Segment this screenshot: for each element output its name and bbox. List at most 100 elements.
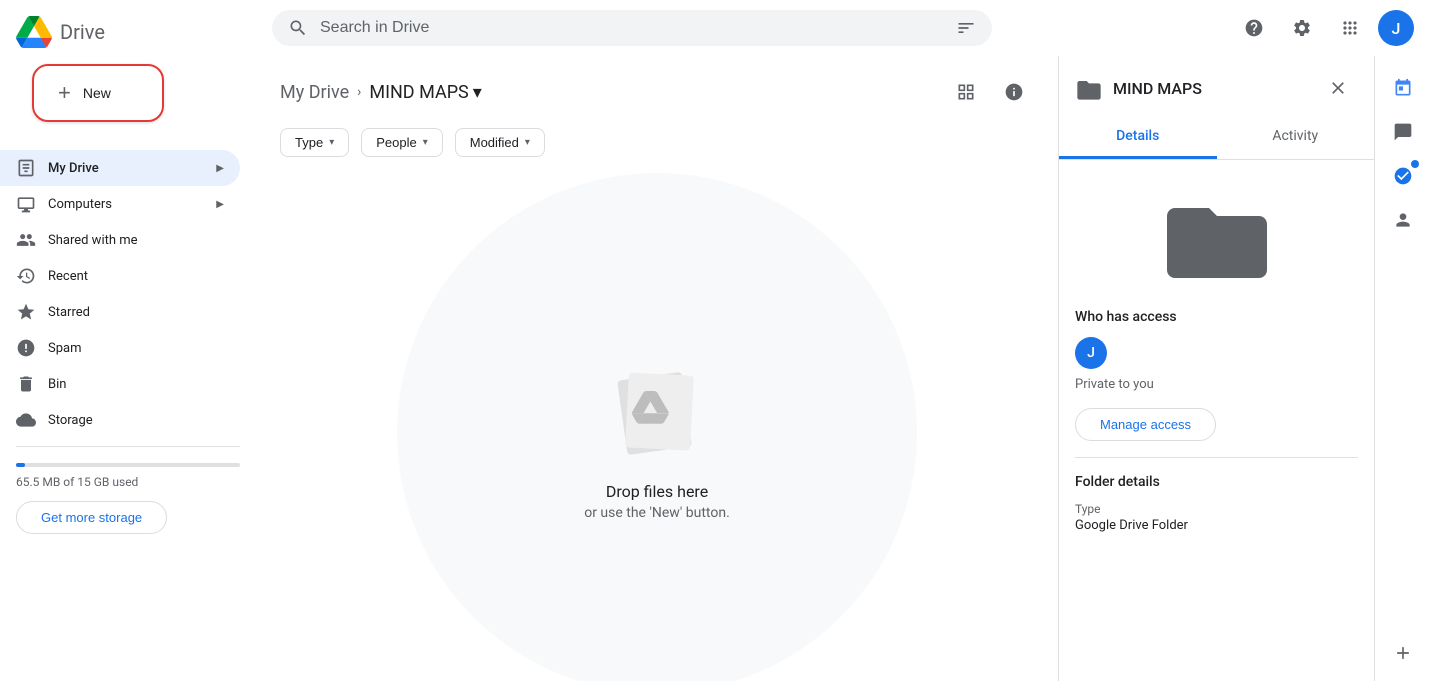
sidebar-item-my-drive-label: My Drive xyxy=(48,161,99,176)
folder-preview xyxy=(1075,176,1358,301)
new-button[interactable]: + New xyxy=(32,64,164,122)
get-more-storage-button[interactable]: Get more storage xyxy=(16,501,167,534)
topbar-icons: J xyxy=(1234,8,1414,48)
drop-zone: Drop files here or use the 'New' button. xyxy=(272,173,1042,681)
my-drive-chevron: ▶ xyxy=(216,163,224,174)
search-bar[interactable] xyxy=(272,10,992,46)
drop-zone-subtitle: or use the 'New' button. xyxy=(584,505,730,521)
grid-icon xyxy=(956,82,976,102)
storage-bar-fill xyxy=(16,463,25,467)
strip-calendar-icon[interactable] xyxy=(1383,68,1423,108)
panel-folder-icon xyxy=(1075,76,1103,100)
topbar: J xyxy=(256,0,1430,56)
filter-modified[interactable]: Modified ▾ xyxy=(455,128,545,157)
computers-icon xyxy=(16,194,36,214)
strip-add-icon[interactable] xyxy=(1383,633,1423,673)
clock-icon xyxy=(16,266,36,286)
filter-modified-label: Modified xyxy=(470,135,519,150)
help-button[interactable] xyxy=(1234,8,1274,48)
info-button[interactable] xyxy=(994,72,1034,112)
sidebar-item-my-drive[interactable]: My Drive ▶ xyxy=(0,150,240,186)
sidebar-item-computers-label: Computers xyxy=(48,197,112,212)
access-private-label: Private to you xyxy=(1075,377,1358,392)
strip-chat-icon[interactable] xyxy=(1383,112,1423,152)
filter-bar: Type ▾ People ▾ Modified ▾ xyxy=(272,124,1042,173)
drop-zone-title: Drop files here xyxy=(606,482,708,501)
calendar-icon xyxy=(1393,78,1413,98)
folder-details-title: Folder details xyxy=(1075,474,1358,490)
manage-access-button[interactable]: Manage access xyxy=(1075,408,1216,441)
sidebar-item-shared-label: Shared with me xyxy=(48,233,138,248)
panel-tabs: Details Activity xyxy=(1059,116,1374,160)
access-avatar: J xyxy=(1075,337,1107,369)
filter-people[interactable]: People ▾ xyxy=(361,128,443,157)
sidebar-item-recent[interactable]: Recent xyxy=(0,258,240,294)
my-drive-icon xyxy=(16,158,36,178)
sidebar-divider xyxy=(16,446,240,447)
plus-icon: + xyxy=(58,82,71,104)
folder-preview-icon xyxy=(1167,200,1267,285)
search-filter-icon[interactable] xyxy=(956,18,976,38)
storage-text: 65.5 MB of 15 GB used xyxy=(16,475,240,489)
panel-header-left: MIND MAPS xyxy=(1075,76,1202,100)
breadcrumb-actions xyxy=(946,72,1034,112)
grid-view-button[interactable] xyxy=(946,72,986,112)
sidebar: Drive + New My Drive ▶ Computers ▶ xyxy=(0,0,256,681)
breadcrumb-current[interactable]: MIND MAPS ▾ xyxy=(369,82,481,103)
main-area: J My Drive › MIND MAPS ▾ xyxy=(256,0,1430,681)
drive-logo-text: Drive xyxy=(60,20,105,44)
new-button-label: New xyxy=(83,85,111,101)
google-apps-icon xyxy=(1340,18,1360,38)
avatar[interactable]: J xyxy=(1378,10,1414,46)
panel-divider xyxy=(1075,457,1358,458)
detail-type: Type Google Drive Folder xyxy=(1075,502,1358,533)
access-user: J xyxy=(1075,337,1358,369)
close-icon xyxy=(1328,78,1348,98)
breadcrumb-my-drive[interactable]: My Drive xyxy=(280,82,349,103)
storage-bar-background xyxy=(16,463,240,467)
right-panel: MIND MAPS Details Activity xyxy=(1058,56,1374,681)
panel-body: Who has access J Private to you Manage a… xyxy=(1059,160,1374,557)
search-input[interactable] xyxy=(320,19,944,37)
chat-icon xyxy=(1393,122,1413,142)
panel-close-button[interactable] xyxy=(1318,68,1358,108)
settings-button[interactable] xyxy=(1282,8,1322,48)
apps-button[interactable] xyxy=(1330,8,1370,48)
sidebar-item-starred[interactable]: Starred xyxy=(0,294,240,330)
tab-activity[interactable]: Activity xyxy=(1217,116,1375,159)
tasks-icon xyxy=(1393,166,1413,186)
tasks-badge xyxy=(1411,160,1419,168)
filter-type-chevron: ▾ xyxy=(329,137,334,148)
content-main: My Drive › MIND MAPS ▾ xyxy=(256,56,1058,681)
trash-icon xyxy=(16,374,36,394)
sidebar-item-computers[interactable]: Computers ▶ xyxy=(0,186,240,222)
sidebar-item-shared[interactable]: Shared with me xyxy=(0,222,240,258)
panel-header: MIND MAPS xyxy=(1059,56,1374,108)
sidebar-item-spam[interactable]: Spam xyxy=(0,330,240,366)
tab-details[interactable]: Details xyxy=(1059,116,1217,159)
filter-people-label: People xyxy=(376,135,416,150)
sidebar-item-starred-label: Starred xyxy=(48,305,90,320)
filter-type[interactable]: Type ▾ xyxy=(280,128,349,157)
strip-contacts-icon[interactable] xyxy=(1383,200,1423,240)
star-icon xyxy=(16,302,36,322)
filter-people-chevron: ▾ xyxy=(423,137,428,148)
drop-files-icon xyxy=(597,346,717,466)
sidebar-item-bin[interactable]: Bin xyxy=(0,366,240,402)
empty-folder-illustration xyxy=(597,346,717,466)
detail-type-label: Type xyxy=(1075,502,1358,516)
help-icon xyxy=(1244,18,1264,38)
sidebar-item-spam-label: Spam xyxy=(48,341,82,356)
sidebar-item-recent-label: Recent xyxy=(48,269,88,284)
contacts-icon xyxy=(1393,210,1413,230)
info-icon xyxy=(1004,82,1024,102)
sidebar-item-storage[interactable]: Storage xyxy=(0,402,240,438)
storage-section: 65.5 MB of 15 GB used Get more storage xyxy=(0,455,256,550)
drop-circle: Drop files here or use the 'New' button. xyxy=(397,173,917,681)
search-icon xyxy=(288,18,308,38)
strip-tasks-icon[interactable] xyxy=(1383,156,1423,196)
people-icon xyxy=(16,230,36,250)
breadcrumb-chevron: ▾ xyxy=(473,82,482,103)
filter-modified-chevron: ▾ xyxy=(525,137,530,148)
breadcrumb-current-label: MIND MAPS xyxy=(369,82,468,103)
